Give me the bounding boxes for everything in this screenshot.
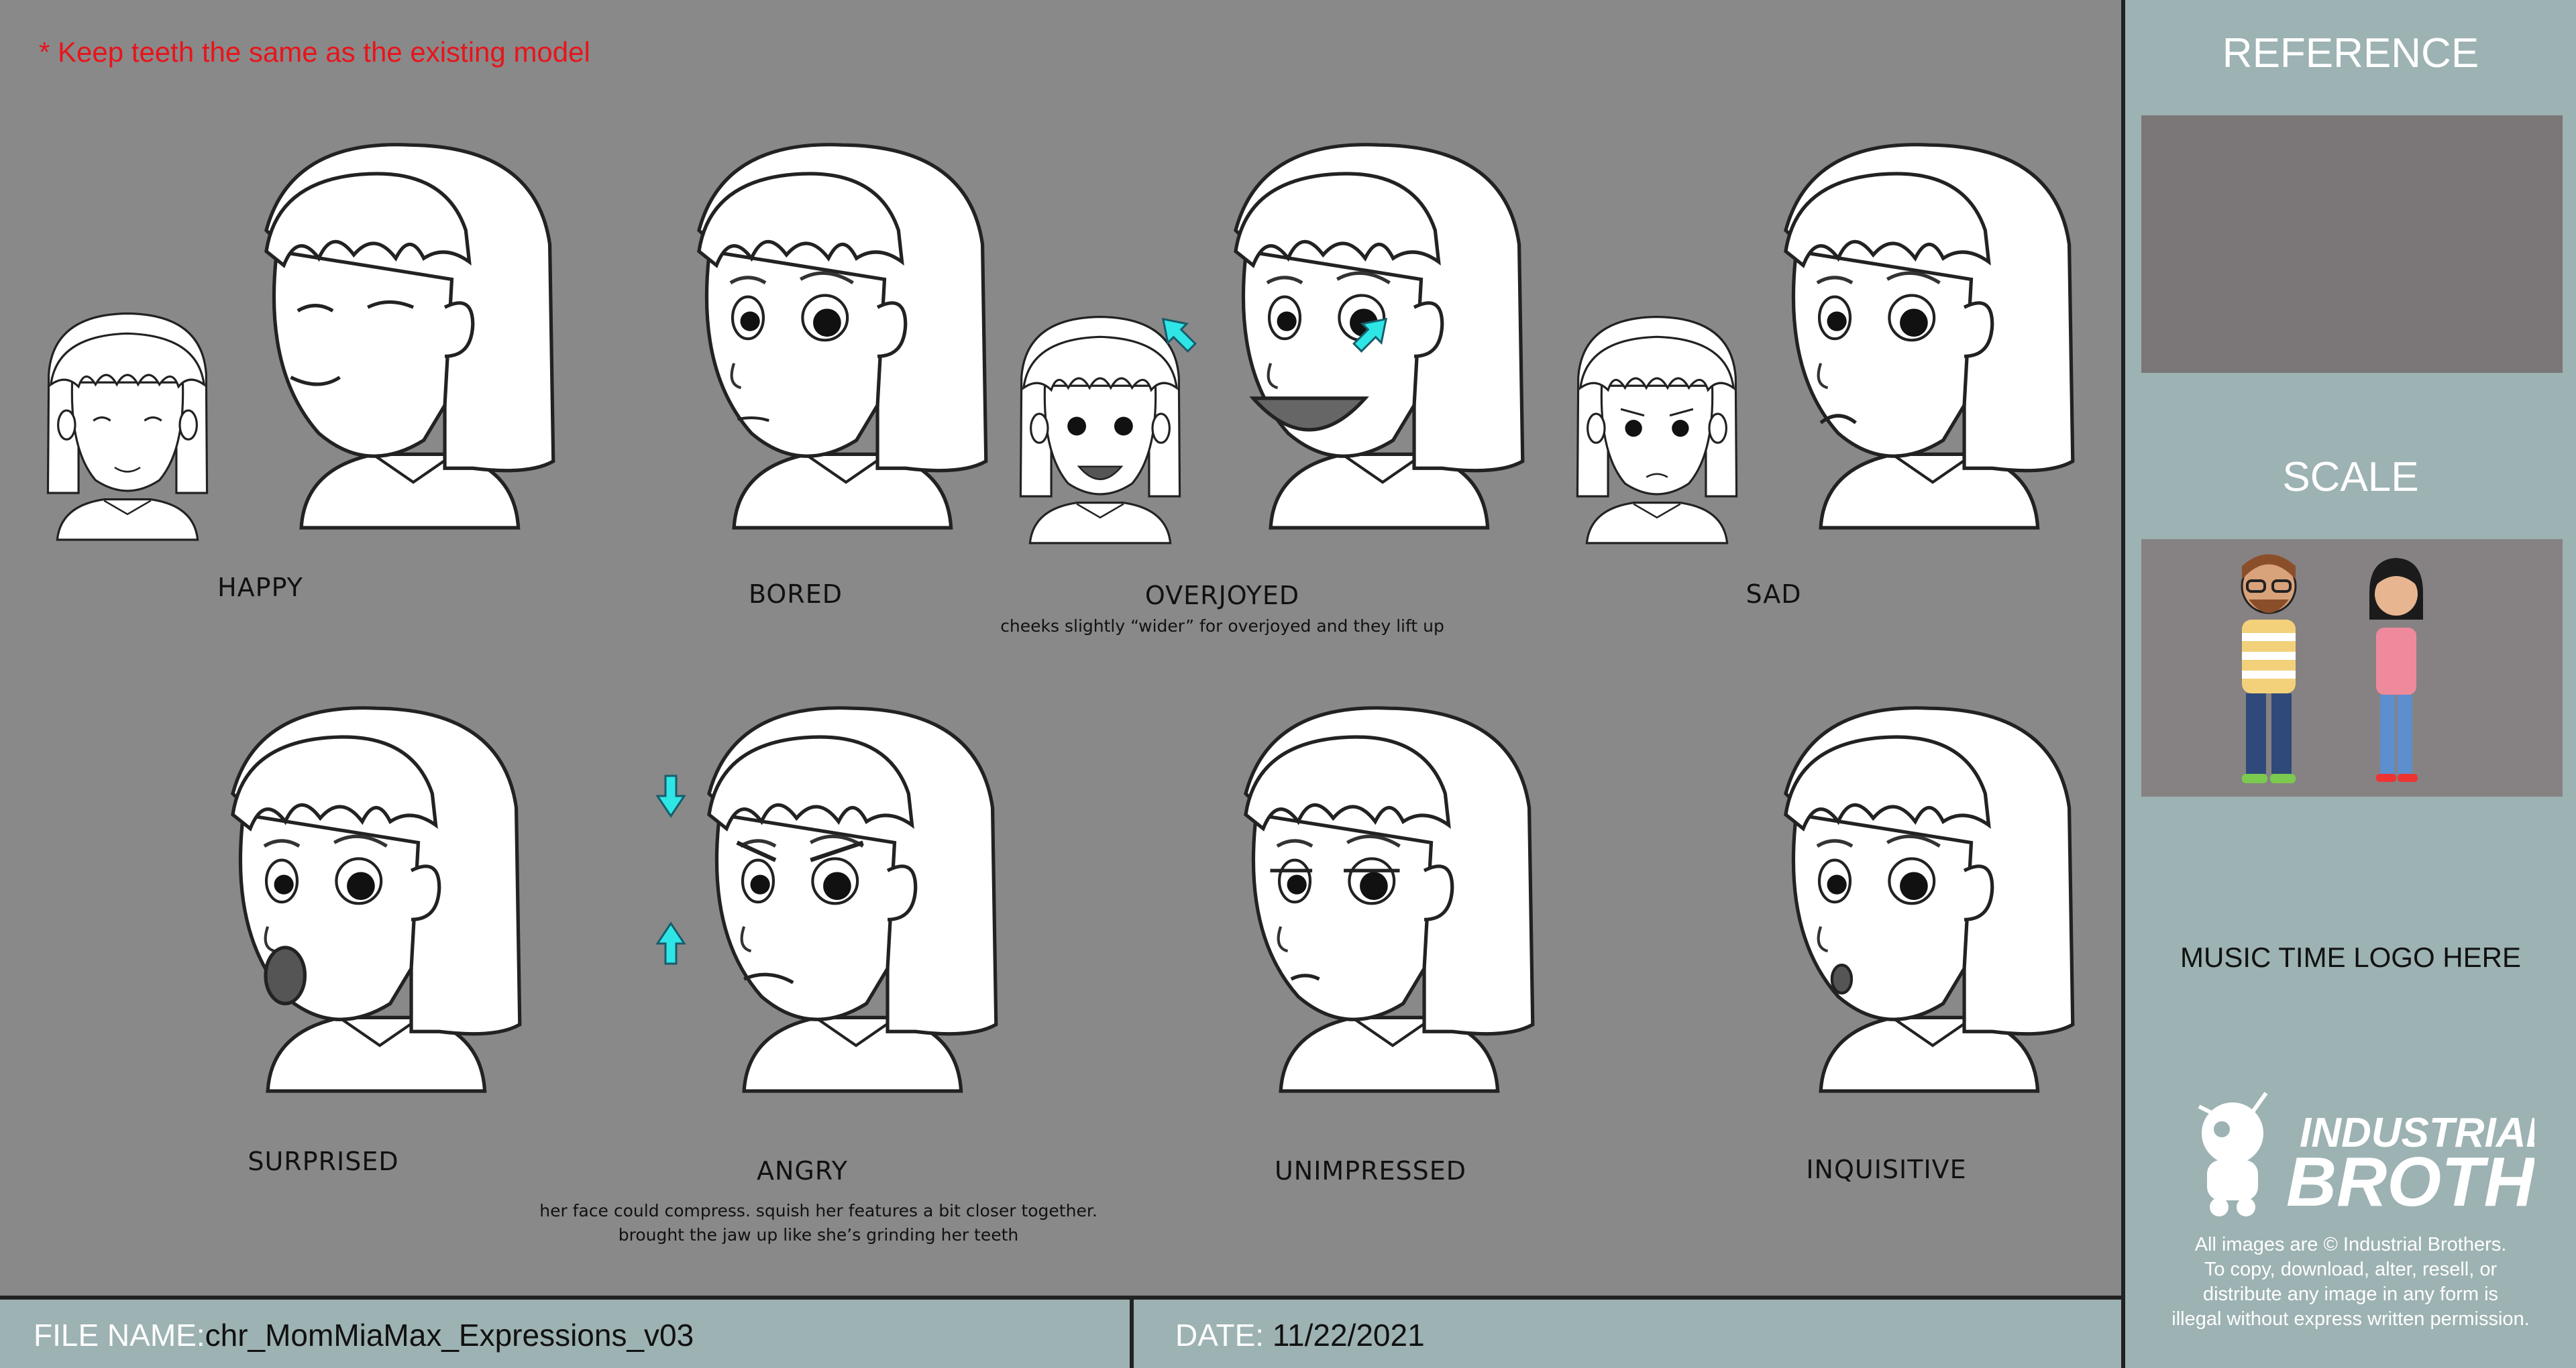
reference-title: REFERENCE — [2222, 30, 2479, 76]
copyright-line-1: All images are © Industrial Brothers. — [2194, 1234, 2507, 1255]
copyright-line-4: illegal without express written permissi… — [2171, 1308, 2530, 1330]
expression-canvas: * Keep teeth the same as the existing mo… — [0, 0, 2121, 1296]
scale-girl-figure — [2369, 558, 2423, 782]
inquisitive-three-quarter-view — [1754, 671, 2076, 1127]
file-name-value: chr_MomMiaMax_Expressions_v03 — [205, 1318, 694, 1353]
overjoyed-note: cheeks slightly “wider” for overjoyed an… — [1000, 616, 1444, 636]
angry-note-line-2: brought the jaw up like she’s grinding h… — [618, 1225, 1019, 1245]
expression-label-unimpressed: UNIMPRESSED — [1274, 1156, 1467, 1186]
compress-arrow-down-icon — [656, 775, 686, 817]
angry-three-quarter-view — [678, 671, 1000, 1127]
industrial-brothers-logo: INDUSTRIAL BROTHERS — [2172, 1086, 2576, 1224]
expression-label-bored: BORED — [749, 579, 843, 609]
copyright-line-3: distribute any image in any form is — [2202, 1284, 2499, 1305]
file-name-label: FILE NAME: — [34, 1318, 205, 1353]
copyright-line-2: To copy, download, alter, resell, or — [2204, 1259, 2498, 1280]
expression-label-happy: HAPPY — [217, 573, 303, 602]
scale-man-figure — [2241, 554, 2297, 783]
music-time-logo-placeholder: MUSIC TIME LOGO HERE — [2180, 942, 2521, 973]
cheek-lift-arrow-left-icon — [1154, 310, 1201, 357]
cheek-lift-arrow-right-icon — [1348, 310, 1395, 357]
character-sheet: * Keep teeth the same as the existing mo… — [0, 0, 2576, 1368]
expression-label-sad: SAD — [1746, 579, 1802, 609]
expression-label-surprised: SURPRISED — [248, 1147, 399, 1176]
unimpressed-three-quarter-view — [1214, 671, 1536, 1127]
file-name-field: FILE NAME:chr_MomMiaMax_Expressions_v03 — [34, 1317, 694, 1353]
reference-image-placeholder — [2141, 115, 2563, 373]
angry-note: her face could compress. squish her feat… — [539, 1199, 1097, 1247]
expression-label-angry: ANGRY — [756, 1156, 849, 1186]
sad-three-quarter-view — [1754, 107, 2076, 563]
date-label: DATE: — [1175, 1318, 1265, 1353]
copyright-notice: All images are © Industrial Brothers. To… — [2125, 1233, 2576, 1332]
scale-lineup — [2141, 539, 2563, 797]
surprised-three-quarter-view — [201, 671, 523, 1127]
teeth-note: * Keep teeth the same as the existing mo… — [39, 36, 590, 68]
expression-label-inquisitive: INQUISITIVE — [1806, 1155, 1967, 1184]
angry-note-line-1: her face could compress. squish her feat… — [539, 1201, 1097, 1220]
info-sidebar: REFERENCE SCALE MUSIC TIME LOGO HERE IND… — [2121, 0, 2576, 1368]
robot-mascot-icon: INDUSTRIAL BROTHERS — [2198, 1092, 2576, 1221]
happy-three-quarter-view — [235, 107, 557, 563]
compress-arrow-up-icon — [656, 922, 686, 965]
expression-label-overjoyed: OVERJOYED — [1144, 581, 1300, 610]
footer-bar: FILE NAME:chr_MomMiaMax_Expressions_v03 … — [0, 1296, 2121, 1368]
scale-characters — [2241, 554, 2423, 783]
date-value: 11/22/2021 — [1272, 1318, 1425, 1353]
scale-title: SCALE — [2282, 454, 2419, 500]
brand-line-2: BROTHERS — [2286, 1143, 2534, 1220]
bored-three-quarter-view — [667, 107, 989, 563]
date-field: DATE: 11/22/2021 — [1175, 1317, 1425, 1353]
sad-front-view — [1576, 315, 1738, 545]
happy-front-view — [46, 312, 209, 541]
footer-divider — [1130, 1300, 1134, 1368]
